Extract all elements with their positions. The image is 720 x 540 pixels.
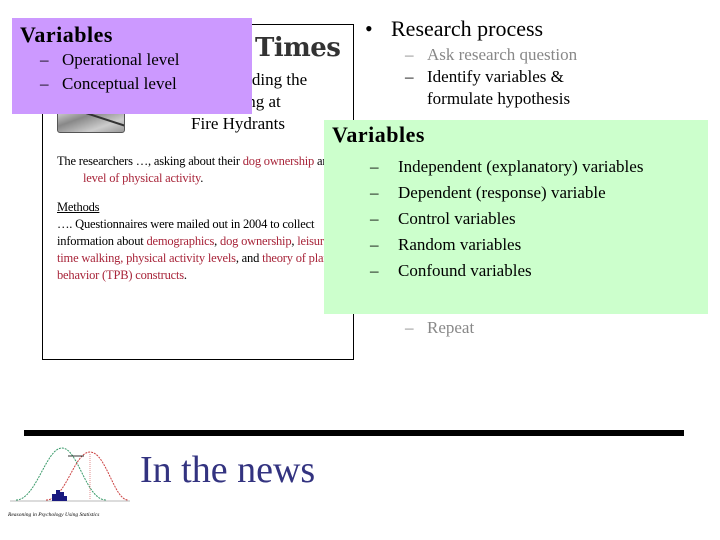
methods-heading: Methods xyxy=(57,200,100,214)
slide-title: In the news xyxy=(140,449,316,491)
variables-levels-title: Variables xyxy=(20,22,113,47)
list-item-continued: formulate hypothesis xyxy=(427,89,571,108)
logo-caption: Reasoning in Psychology Using Statistics xyxy=(7,512,99,518)
list-item: – Confound variables xyxy=(370,261,532,280)
research-process-list: • Research process – Ask research question… xyxy=(365,14,715,110)
list-item: – Control variables xyxy=(370,209,516,228)
list-item: – Random variables xyxy=(370,235,522,254)
list-item: – Conceptual level xyxy=(40,74,177,93)
bell-curves-logo-icon: Reasoning in Psychology Using Statistics xyxy=(7,447,130,518)
newspaper-masthead: Times xyxy=(255,33,341,63)
methods-paragraph: …. Questionnaires were mailed out in 200… xyxy=(57,217,347,282)
article-body: The researchers …, asking about their do… xyxy=(57,153,347,296)
divider xyxy=(24,430,684,436)
list-item: – Identify variables & xyxy=(405,67,564,86)
list-item: – Operational level xyxy=(40,50,180,69)
list-item: – Dependent (response) variable xyxy=(370,183,606,202)
research-process-heading: • Research process xyxy=(365,16,544,41)
article-paragraph: The researchers …, asking about their do… xyxy=(57,154,335,185)
variable-types-title: Variables xyxy=(332,122,425,147)
list-item: – Independent (explanatory) variables xyxy=(370,157,644,176)
repeat-step: – Repeat xyxy=(405,318,475,337)
variable-types-box: Variables – Independent (explanatory) var… xyxy=(324,120,708,314)
variables-levels-box: Variables – Operational level – Conceptual… xyxy=(12,18,252,114)
list-item: – Ask research question xyxy=(405,45,578,64)
